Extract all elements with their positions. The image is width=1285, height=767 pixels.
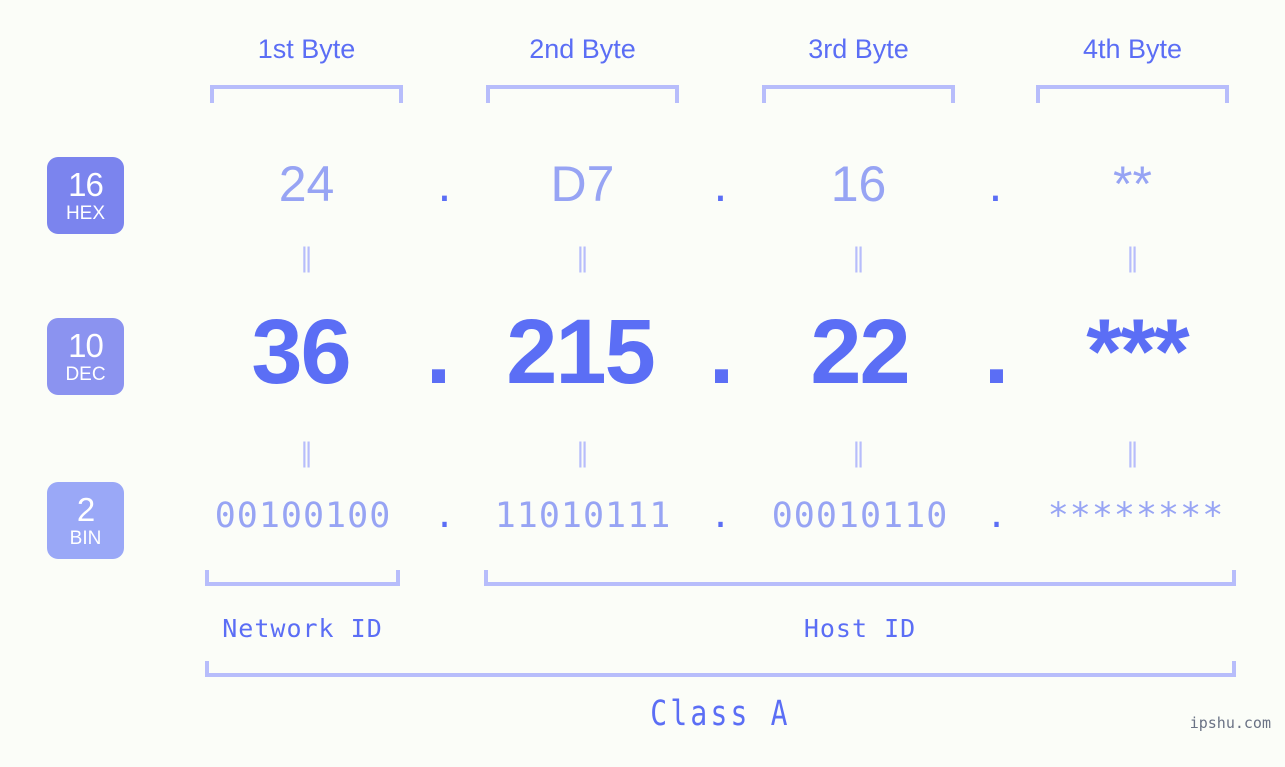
network-id-label: Network ID [222, 614, 383, 643]
byte-bracket-1 [210, 85, 403, 103]
dec-value-2: 215 [506, 301, 656, 403]
byte-header-4: 4th Byte [1082, 34, 1183, 64]
equality-mark-hex-dec-1: ‖ [300, 243, 313, 273]
bin-value-3: 00010110 [771, 496, 949, 536]
radix-badge-bin-number: 2 [76, 491, 95, 528]
equality-mark-hex-dec-2: ‖ [576, 243, 589, 273]
byte-bracket-4 [1036, 85, 1229, 103]
bin-value-4: ******** [1047, 496, 1225, 536]
equality-mark-hex-dec-3: ‖ [852, 243, 865, 273]
radix-badge-bin: 2 BIN [47, 482, 124, 559]
byte-header-1: 1st Byte [257, 34, 356, 64]
host-id-bracket [484, 570, 1236, 586]
bin-value-1: 00100100 [214, 496, 392, 536]
equality-mark-dec-bin-4: ‖ [1126, 438, 1139, 468]
hex-value-4: ** [1113, 156, 1152, 212]
radix-badge-hex-name: HEX [65, 203, 106, 224]
dec-separator-2: . [708, 301, 735, 403]
radix-badge-hex-number: 16 [68, 166, 104, 203]
byte-header-3: 3rd Byte [808, 34, 909, 64]
byte-bracket-3 [762, 85, 955, 103]
bin-separator-3: . [985, 496, 1008, 536]
radix-badge-dec-number: 10 [68, 327, 104, 364]
hex-value-2: D7 [550, 156, 615, 212]
class-bracket [205, 661, 1236, 677]
host-id-label: Host ID [803, 614, 917, 643]
byte-bracket-2 [486, 85, 679, 103]
equality-mark-hex-dec-4: ‖ [1126, 243, 1139, 273]
hex-value-3: 16 [830, 156, 887, 212]
radix-badge-dec: 10 DEC [47, 318, 124, 395]
bin-value-2: 11010111 [494, 496, 672, 536]
class-label: Class A [650, 694, 791, 734]
site-watermark: ipshu.com [1189, 714, 1271, 732]
dec-value-3: 22 [810, 301, 910, 403]
byte-header-2: 2nd Byte [529, 34, 636, 64]
hex-separator-3: . [988, 156, 1003, 212]
radix-badge-hex: 16 HEX [47, 157, 124, 234]
dec-value-4: *** [1086, 301, 1189, 403]
bin-separator-1: . [433, 496, 456, 536]
equality-mark-dec-bin-3: ‖ [852, 438, 865, 468]
dec-value-1: 36 [251, 301, 351, 403]
hex-value-1: 24 [278, 156, 335, 212]
network-id-bracket [205, 570, 400, 586]
hex-separator-1: . [437, 156, 452, 212]
equality-mark-dec-bin-2: ‖ [576, 438, 589, 468]
equality-mark-dec-bin-1: ‖ [300, 438, 313, 468]
dec-separator-3: . [983, 301, 1010, 403]
bin-separator-2: . [709, 496, 732, 536]
radix-badge-dec-name: DEC [65, 364, 106, 385]
ip-address-breakdown-diagram: 1st Byte 2nd Byte 3rd Byte 4th Byte 16 H… [0, 0, 1285, 767]
dec-separator-1: . [425, 301, 452, 403]
hex-separator-2: . [713, 156, 728, 212]
radix-badge-bin-name: BIN [69, 528, 102, 549]
